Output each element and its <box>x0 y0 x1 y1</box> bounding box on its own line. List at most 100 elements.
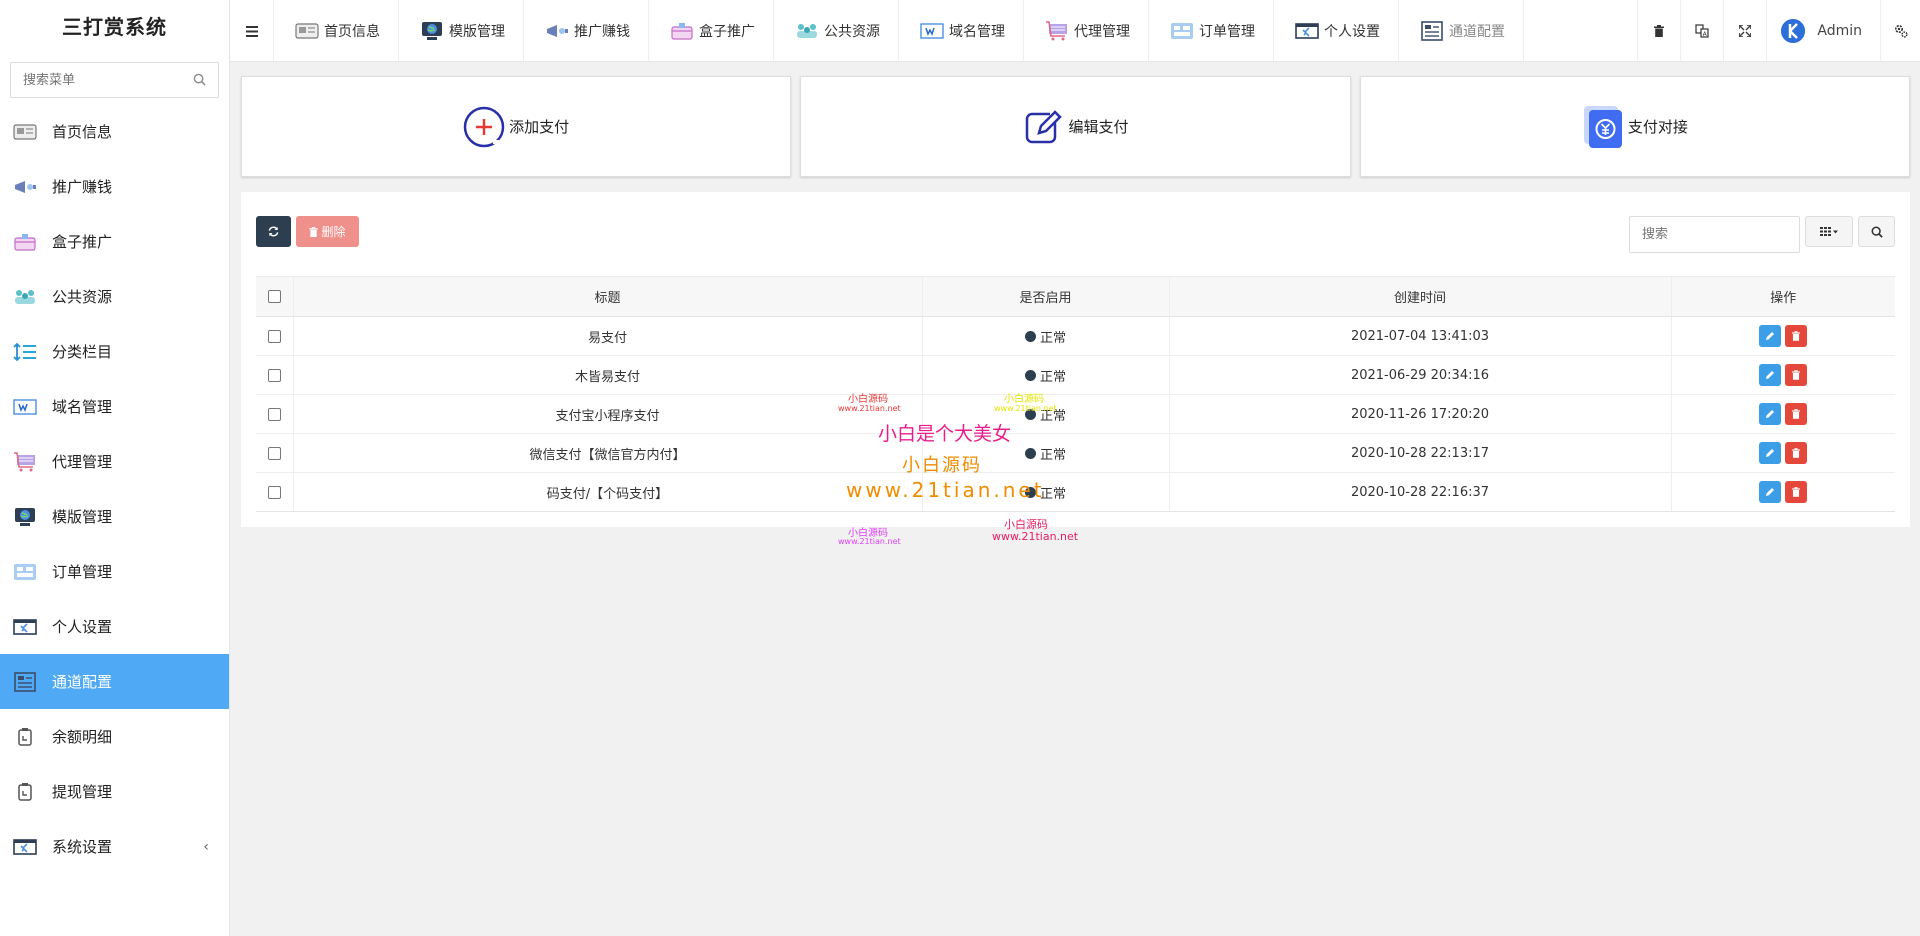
status-badge[interactable]: 正常 <box>1024 366 1066 385</box>
status-text: 正常 <box>1039 369 1066 385</box>
top-tab[interactable]: 通道配置 <box>1399 0 1524 62</box>
top-tab[interactable]: 代理管理 <box>1024 0 1149 62</box>
top-tab[interactable]: 公共资源 <box>774 0 899 62</box>
row-checkbox[interactable] <box>267 329 281 343</box>
status-badge[interactable]: 正常 <box>1024 444 1066 463</box>
edit-row-button[interactable] <box>1759 481 1782 503</box>
edit-row-button[interactable] <box>1759 325 1782 347</box>
search-icon[interactable] <box>193 73 206 86</box>
top-tab[interactable]: 模版管理 <box>399 0 524 62</box>
delete-row-button[interactable] <box>1785 442 1808 464</box>
table-body: 易支付 正常 2021-07-04 13:41:03 木皆易支付 正常 2021-06-2… <box>256 316 1895 512</box>
sidebar-item[interactable]: 代理管理 <box>0 434 229 489</box>
top-tab[interactable]: 域名管理 <box>899 0 1024 62</box>
table-row: 易支付 正常 2021-07-04 13:41:03 <box>256 316 1895 356</box>
home-card-icon <box>294 21 320 41</box>
order-icon <box>1169 21 1195 41</box>
add-circle-icon <box>463 106 505 148</box>
delete-row-button[interactable] <box>1785 325 1808 347</box>
top-tab[interactable]: 推广赚钱 <box>524 0 649 62</box>
menu-toggle-icon[interactable] <box>230 0 274 62</box>
edit-row-button[interactable] <box>1759 364 1782 386</box>
user-menu[interactable]: Admin <box>1766 0 1880 62</box>
box-icon <box>669 21 695 41</box>
row-checkbox[interactable] <box>267 368 281 382</box>
row-checkbox[interactable] <box>267 446 281 460</box>
profile-icon <box>1294 21 1320 41</box>
sidebar-item[interactable]: 通道配置 <box>0 654 229 709</box>
pencil-icon <box>1766 449 1775 457</box>
status-text: 正常 <box>1039 447 1066 463</box>
edit-row-button[interactable] <box>1759 403 1782 425</box>
row-checkbox[interactable] <box>267 407 281 421</box>
row-select-cell <box>256 394 293 434</box>
top-right-tools: A Admin <box>1637 0 1920 62</box>
sidebar-item[interactable]: 个人设置 <box>0 599 229 654</box>
sidebar-item[interactable]: 盒子推广 <box>0 214 229 269</box>
select-all-checkbox[interactable] <box>267 290 281 303</box>
resource-icon <box>15 289 35 304</box>
menu-search-box[interactable] <box>10 62 219 98</box>
top-tab-label: 首页信息 <box>324 24 380 40</box>
cell-title: 木皆易支付 <box>292 355 922 395</box>
refresh-button[interactable] <box>256 216 291 247</box>
columns-toggle-button[interactable] <box>1805 216 1853 247</box>
sidebar-item[interactable]: 模版管理 <box>0 489 229 544</box>
sidebar-item[interactable]: 订单管理 <box>0 544 229 599</box>
delete-row-button[interactable] <box>1785 481 1808 503</box>
clear-cache-icon[interactable] <box>1637 0 1680 62</box>
delete-row-button[interactable] <box>1785 403 1808 425</box>
translate-icon[interactable]: A <box>1680 0 1723 62</box>
delete-row-button[interactable] <box>1785 364 1808 386</box>
table-search-input[interactable] <box>1629 216 1800 253</box>
edit-icon <box>1022 106 1064 148</box>
sidebar-item[interactable]: 余额明细 <box>0 709 229 764</box>
column-header-created[interactable]: 创建时间 <box>1168 276 1671 317</box>
promo-icon <box>12 176 38 198</box>
trash-icon <box>1792 487 1801 497</box>
menu-search-input[interactable] <box>11 63 218 97</box>
trash-icon <box>1792 331 1801 341</box>
top-tab[interactable]: 订单管理 <box>1149 0 1274 62</box>
edit-row-button[interactable] <box>1759 442 1782 464</box>
sidebar-item[interactable]: 推广赚钱 <box>0 159 229 214</box>
table-toolbar: 删除 <box>256 216 359 247</box>
profile-icon <box>12 616 38 638</box>
edit-payment-card[interactable]: 编辑支付 <box>800 76 1351 177</box>
table-search-button[interactable] <box>1858 216 1895 247</box>
cell-title: 支付宝小程序支付 <box>292 394 922 434</box>
status-badge[interactable]: 正常 <box>1024 405 1066 424</box>
top-tab-label: 域名管理 <box>949 24 1005 40</box>
sidebar-item[interactable]: 域名管理 <box>0 379 229 434</box>
sidebar-item[interactable]: 系统设置 ‹ <box>0 819 229 874</box>
sidebar-item[interactable]: 首页信息 <box>0 104 229 159</box>
sidebar-item[interactable]: 公共资源 <box>0 269 229 324</box>
profile-icon <box>13 618 37 635</box>
template-icon <box>12 506 38 528</box>
sidebar-item[interactable]: 提现管理 <box>0 764 229 819</box>
cell-created: 2020-10-28 22:13:17 <box>1168 433 1671 473</box>
status-badge[interactable]: 正常 <box>1024 483 1066 502</box>
cell-actions <box>1670 433 1895 473</box>
column-header-actions: 操作 <box>1670 276 1895 317</box>
payment-integration-card[interactable]: 支付对接 <box>1359 76 1910 177</box>
status-badge[interactable]: 正常 <box>1024 327 1066 346</box>
system-icon <box>13 838 37 855</box>
column-header-enabled[interactable]: 是否启用 <box>921 276 1169 317</box>
batch-delete-button[interactable]: 删除 <box>296 216 359 247</box>
cell-title: 码支付/【个码支付】 <box>292 472 922 512</box>
cell-created: 2020-11-26 17:20:20 <box>1168 394 1671 434</box>
column-header-title[interactable]: 标题 <box>292 276 922 317</box>
top-tab[interactable]: 首页信息 <box>274 0 399 62</box>
add-payment-card[interactable]: 添加支付 <box>241 76 792 177</box>
chevron-left-icon[interactable]: ‹ <box>203 839 209 855</box>
top-tab[interactable]: 个人设置 <box>1274 0 1399 62</box>
fullscreen-icon[interactable] <box>1723 0 1766 62</box>
channel-table-panel: 删除 标题 是否启用 创建时间 操作 易支付正常2021-07-04 13:41… <box>241 192 1910 527</box>
sidebar-item[interactable]: 分类栏目 <box>0 324 229 379</box>
top-tab[interactable]: 盒子推广 <box>649 0 774 62</box>
category-icon <box>13 342 36 361</box>
row-checkbox[interactable] <box>267 485 281 499</box>
settings-gear-icon[interactable] <box>1880 0 1920 62</box>
pencil-icon <box>1766 371 1775 379</box>
